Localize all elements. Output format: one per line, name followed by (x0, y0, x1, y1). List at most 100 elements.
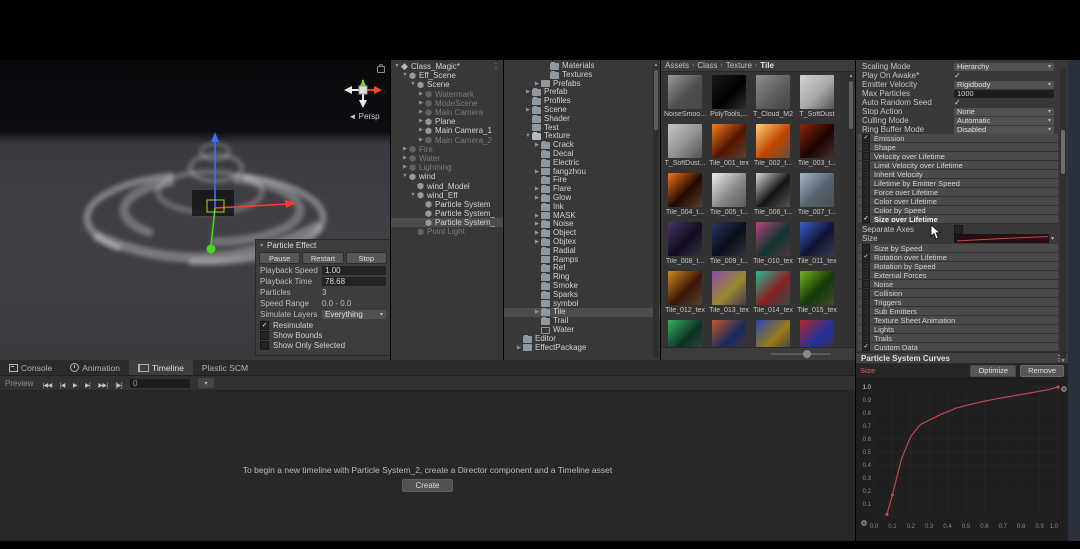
thumbnail-size-slider[interactable] (771, 353, 831, 355)
asset-item[interactable]: T_Cloud_M2 (751, 72, 795, 121)
asset-item[interactable]: T_SoftDust... (663, 121, 707, 170)
project-folder-item[interactable]: Materials (504, 62, 660, 71)
project-folder-item[interactable]: Textures (504, 71, 660, 80)
asset-item[interactable]: Tile_007_t... (795, 170, 839, 219)
module-checkbox[interactable] (862, 244, 870, 252)
foldout-arrow-icon[interactable]: ▶ (417, 108, 425, 117)
hierarchy-item[interactable]: ▼wind (391, 172, 503, 181)
transport-button-0[interactable]: |◀◀ (38, 383, 55, 389)
module-checkbox[interactable]: ✓ (862, 134, 870, 142)
project-folder-item[interactable]: ▶Scene (504, 106, 660, 115)
module-checkbox[interactable] (862, 170, 870, 178)
tab-plastic-scm[interactable]: Plastic SCM (193, 360, 257, 375)
hierarchy-item[interactable]: ▶Main Camera_2 (391, 136, 503, 145)
project-folder-item[interactable]: Ramps (504, 256, 660, 265)
asset-item[interactable]: Tile_009_t... (707, 219, 751, 268)
asset-item[interactable]: Tile_010_tex (751, 219, 795, 268)
foldout-arrow-icon[interactable]: ▶ (533, 220, 541, 229)
project-folder-item[interactable]: Fire (504, 176, 660, 185)
transport-button-4[interactable]: ▶▶| (94, 383, 111, 389)
checkbox-unchecked[interactable] (260, 331, 269, 340)
module-checkbox[interactable] (862, 262, 870, 270)
asset-item[interactable]: Tile_006_t... (751, 170, 795, 219)
curve-editor[interactable]: 1.00.90.80.70.60.50.40.30.20.10.00.10.20… (856, 377, 1068, 541)
foldout-arrow-icon[interactable]: ▼ (524, 132, 532, 141)
property-dropdown[interactable]: None▾ (954, 108, 1054, 116)
asset-item[interactable]: Tile_012_tex (663, 268, 707, 317)
timeline-options-dropdown[interactable]: ▾ (198, 378, 214, 388)
asset-item[interactable] (707, 317, 751, 348)
project-folder-item[interactable]: ▶MASK (504, 212, 660, 221)
checkbox-checked[interactable]: ✓ (260, 321, 269, 330)
foldout-arrow-icon[interactable]: ▶ (524, 88, 532, 97)
foldout-arrow-icon[interactable]: ▼ (401, 71, 409, 80)
playback-pause-button[interactable]: Pause (259, 252, 300, 264)
module-checkbox[interactable] (862, 289, 870, 297)
curve-series-label[interactable]: Size (860, 366, 875, 375)
asset-item[interactable]: T_SoftDust (795, 72, 839, 121)
curve-dropdown-icon[interactable]: ▾ (1051, 235, 1054, 242)
playback-restart-button[interactable]: Restart (302, 252, 343, 264)
project-folder-item[interactable]: Electric (504, 159, 660, 168)
foldout-arrow-icon[interactable]: ▶ (515, 344, 523, 353)
project-folder-item[interactable]: Sparks (504, 291, 660, 300)
breadcrumb-item[interactable]: Tile (760, 61, 774, 70)
breadcrumb-item[interactable]: Class (697, 61, 717, 70)
module-checkbox[interactable]: ✓ (862, 215, 870, 223)
hierarchy-item[interactable]: ▼Class_Magic*⋮ (391, 62, 503, 71)
module-checkbox[interactable] (862, 206, 870, 214)
hierarchy-item[interactable]: ▼Eff_Scene (391, 71, 503, 80)
checkbox-unchecked[interactable] (260, 341, 269, 350)
foldout-arrow-icon[interactable]: ▶ (533, 212, 541, 221)
module-checkbox[interactable] (862, 271, 870, 279)
foldout-arrow-icon[interactable]: ▶ (533, 185, 541, 194)
foldout-arrow-icon[interactable]: ▼ (401, 172, 409, 181)
project-folder-item[interactable]: Radial (504, 247, 660, 256)
foldout-arrow-icon[interactable]: ▶ (533, 238, 541, 247)
tab-console[interactable]: Console (0, 360, 61, 375)
asset-item[interactable]: Tile_005_t... (707, 170, 751, 219)
hierarchy-item[interactable]: ▼Scene (391, 80, 503, 89)
module-checkbox[interactable] (862, 298, 870, 306)
module-row[interactable]: ✓Custom Data (858, 343, 1058, 352)
asset-item[interactable]: Tile_013_tex (707, 268, 751, 317)
module-checkbox[interactable] (862, 152, 870, 160)
property-dropdown[interactable]: Disabled▾ (954, 126, 1054, 134)
hierarchy-item[interactable]: wind_Model (391, 181, 503, 190)
asset-item[interactable]: PolyTools,... (707, 72, 751, 121)
module-checkbox[interactable] (862, 325, 870, 333)
project-folder-item[interactable]: ▶Crack (504, 141, 660, 150)
foldout-arrow-icon[interactable]: ▶ (417, 126, 425, 135)
project-folder-item[interactable]: ▶Flare (504, 185, 660, 194)
project-folder-item[interactable]: Ring (504, 273, 660, 282)
project-folder-item[interactable]: Smoke (504, 282, 660, 291)
particle-system-curves-header[interactable]: Particle System Curves ⋮ (856, 352, 1068, 364)
asset-item[interactable]: Tile_008_t... (663, 219, 707, 268)
asset-item[interactable]: Tile_003_t... (795, 121, 839, 170)
hierarchy-item[interactable]: ▶Main Camera (391, 108, 503, 117)
hierarchy-item[interactable]: ▶ModeScene (391, 99, 503, 108)
hierarchy-item[interactable]: ▶Watermark (391, 90, 503, 99)
asset-item[interactable]: Tile_014_tex (751, 268, 795, 317)
particle-panel-checkrow[interactable]: Show Only Selected (256, 340, 390, 350)
project-folder-item[interactable]: ▶Prefabs (504, 80, 660, 89)
asset-item[interactable]: Tile_004_t... (663, 170, 707, 219)
transport-button-3[interactable]: ▶| (81, 383, 94, 389)
hierarchy-item[interactable]: Particle System (391, 200, 503, 209)
hierarchy-item[interactable]: ▶Water (391, 154, 503, 163)
module-checkbox[interactable] (862, 307, 870, 315)
asset-grid-scrollbar[interactable]: ▲ (848, 73, 854, 346)
foldout-arrow-icon[interactable]: ▼ (409, 80, 417, 89)
remove-button[interactable]: Remove (1020, 365, 1064, 377)
project-folder-item[interactable]: ▶Objtex (504, 238, 660, 247)
foldout-arrow-icon[interactable]: ▶ (533, 308, 541, 317)
hierarchy-item[interactable]: Particle System_ (391, 218, 503, 227)
slider-handle[interactable] (803, 350, 811, 358)
module-checkbox[interactable] (862, 188, 870, 196)
module-checkbox[interactable] (862, 197, 870, 205)
hierarchy-item[interactable]: ▶Lightning (391, 163, 503, 172)
playback-stop-button[interactable]: Stop (346, 252, 387, 264)
module-checkbox[interactable]: ✓ (862, 343, 870, 351)
module-checkbox[interactable] (862, 179, 870, 187)
foldout-arrow-icon[interactable]: ▶ (533, 80, 541, 89)
